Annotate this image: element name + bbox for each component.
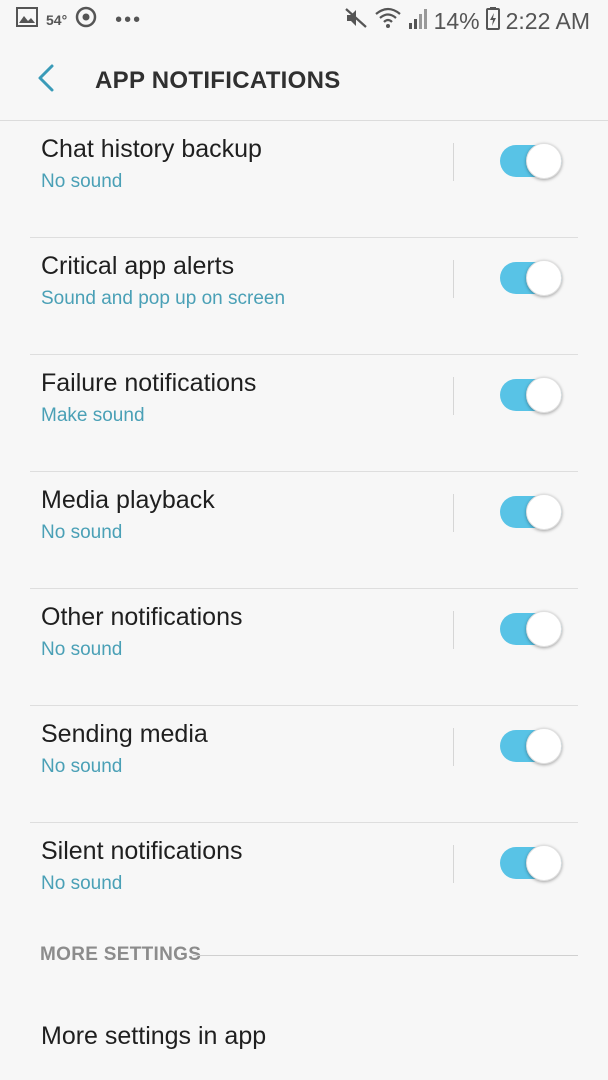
back-chevron-icon — [34, 63, 58, 98]
more-settings-in-app-item[interactable]: More settings in app — [30, 990, 578, 1080]
toggle-knob — [526, 728, 562, 764]
row-divider — [453, 377, 454, 415]
more-settings-section-header: MORE SETTINGS — [40, 942, 578, 970]
clock: 2:22 AM — [505, 7, 590, 34]
row-divider — [453, 260, 454, 298]
notification-label: Failure notifications — [41, 369, 257, 397]
temperature-text: 54° — [46, 12, 68, 28]
toggle-knob — [526, 845, 562, 881]
battery-percent: 14% — [433, 7, 480, 34]
toggle-knob — [526, 377, 562, 413]
toggle-switch[interactable] — [500, 728, 562, 766]
status-bar-right: 14% 2:22 AM — [344, 6, 590, 36]
notification-label: Other notifications — [41, 603, 243, 631]
notification-row-other-notifications[interactable]: Other notifications No sound — [30, 589, 578, 706]
toggle-switch[interactable] — [500, 143, 562, 181]
row-divider — [453, 143, 454, 181]
notification-label: Critical app alerts — [41, 252, 235, 280]
image-icon — [16, 7, 38, 33]
row-divider — [453, 728, 454, 766]
notification-row-sending-media[interactable]: Sending media No sound — [30, 706, 578, 823]
notification-sound-setting: No sound — [41, 522, 123, 543]
section-label: MORE SETTINGS — [40, 944, 202, 965]
toggle-knob — [526, 143, 562, 179]
row-divider — [453, 494, 454, 532]
notification-label: Media playback — [41, 486, 215, 514]
battery-icon — [485, 6, 500, 36]
toggle-switch[interactable] — [500, 260, 562, 298]
notification-sound-setting: No sound — [41, 873, 123, 894]
signal-icon — [408, 6, 428, 36]
back-button[interactable] — [28, 62, 64, 98]
toggle-switch[interactable] — [500, 845, 562, 883]
more-settings-label: More settings in app — [41, 1022, 267, 1050]
toggle-switch[interactable] — [500, 494, 562, 532]
row-divider — [453, 611, 454, 649]
status-bar: 54° ••• 14% 2:22 AM — [0, 0, 608, 40]
notification-sound-setting: No sound — [41, 639, 123, 660]
toggle-knob — [526, 494, 562, 530]
row-divider — [453, 845, 454, 883]
notification-category-list: Chat history backup No sound Critical ap… — [0, 121, 608, 939]
toggle-knob — [526, 260, 562, 296]
notification-row-critical-app-alerts[interactable]: Critical app alerts Sound and pop up on … — [30, 238, 578, 355]
notification-label: Sending media — [41, 720, 208, 748]
notification-row-media-playback[interactable]: Media playback No sound — [30, 472, 578, 589]
more-notifications-dots: ••• — [115, 8, 143, 31]
wifi-icon — [374, 6, 402, 36]
mute-icon — [344, 6, 368, 36]
toggle-switch[interactable] — [500, 377, 562, 415]
page-title: APP NOTIFICATIONS — [95, 67, 341, 94]
section-divider-line — [193, 955, 578, 956]
notification-sound-setting: No sound — [41, 756, 123, 777]
status-bar-left: 54° ••• — [16, 6, 142, 34]
app-bar: APP NOTIFICATIONS — [0, 42, 608, 121]
app-notifications-screen: 54° ••• 14% 2:22 AM APP NOTIFICATIONS Ch… — [0, 0, 608, 1080]
notification-row-silent-notifications[interactable]: Silent notifications No sound — [30, 823, 578, 939]
notification-sound-setting: Sound and pop up on screen — [41, 288, 286, 309]
notification-label: Silent notifications — [41, 837, 243, 865]
notification-sound-setting: No sound — [41, 171, 123, 192]
toggle-switch[interactable] — [500, 611, 562, 649]
notification-row-chat-history-backup[interactable]: Chat history backup No sound — [30, 121, 578, 238]
toggle-knob — [526, 611, 562, 647]
notification-sound-setting: Make sound — [41, 405, 145, 426]
notification-row-failure-notifications[interactable]: Failure notifications Make sound — [30, 355, 578, 472]
notification-label: Chat history backup — [41, 135, 262, 163]
chrome-icon — [75, 6, 97, 34]
